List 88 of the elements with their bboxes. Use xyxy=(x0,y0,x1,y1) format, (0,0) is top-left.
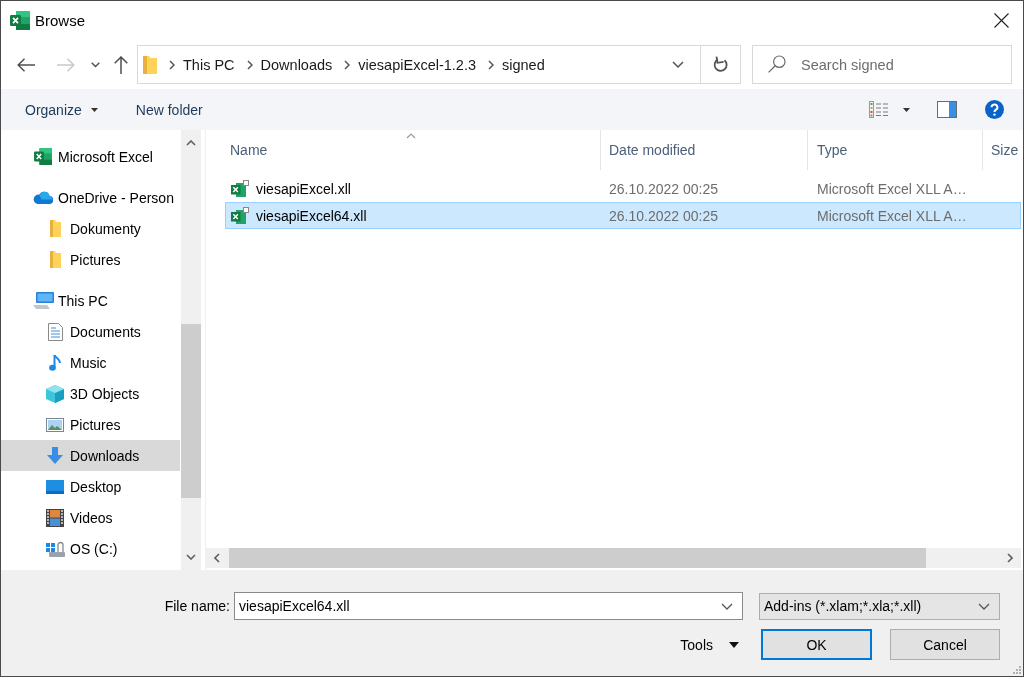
scrollbar[interactable] xyxy=(181,130,201,570)
nav-item[interactable]: Pictures xyxy=(1,409,180,440)
tools-button[interactable]: Tools xyxy=(680,636,739,653)
nav-item[interactable]: OneDrive - Person xyxy=(1,182,180,213)
chevron-down-icon[interactable] xyxy=(186,554,196,560)
chevron-down-icon xyxy=(91,61,100,68)
file-name-field[interactable]: viesapiExcel64.xll xyxy=(234,592,743,620)
dialog-button[interactable]: Cancel xyxy=(890,629,1000,660)
window-title: Browse xyxy=(35,12,86,29)
up-button[interactable] xyxy=(114,55,128,74)
computer-icon xyxy=(32,292,54,309)
file-name: viesapiExcel.xll xyxy=(256,180,351,197)
resize-grip-icon[interactable] xyxy=(1013,666,1021,674)
music-note-icon xyxy=(49,354,61,371)
chevron-right-icon[interactable] xyxy=(1007,553,1013,563)
close-icon xyxy=(994,13,1009,28)
left-arrow-icon xyxy=(17,57,35,72)
nav-item[interactable]: Downloads xyxy=(1,440,180,471)
right-arrow-icon xyxy=(57,57,75,72)
nav-item[interactable]: Videos xyxy=(1,502,180,533)
breadcrumb-item[interactable]: Downloads xyxy=(260,56,333,73)
file-type-cell: Microsoft Excel XLL A… xyxy=(817,180,967,197)
chevron-down-icon[interactable] xyxy=(672,61,684,68)
nav-item[interactable]: Dokumenty xyxy=(1,213,180,244)
file-name-label: File name: xyxy=(164,598,230,614)
search-field[interactable]: Search signed xyxy=(752,45,1012,84)
file-type-cell: Microsoft Excel XLL A… xyxy=(817,207,967,224)
search-icon xyxy=(768,55,786,73)
drive-icon xyxy=(45,540,65,557)
nav-item[interactable]: 3D Objects xyxy=(1,378,180,409)
chevron-right-icon[interactable] xyxy=(169,59,175,70)
back-button[interactable] xyxy=(17,57,35,72)
toolbar-button[interactable]: New folder xyxy=(135,101,203,118)
nav-item[interactable]: Microsoft Excel xyxy=(1,141,180,172)
column-header[interactable]: Name xyxy=(206,130,601,170)
spreadsheet-icon xyxy=(34,148,52,165)
nav-item[interactable]: Documents xyxy=(1,316,180,347)
desktop-icon xyxy=(46,479,64,494)
nav-item[interactable]: Pictures xyxy=(1,244,180,275)
chevron-down-icon xyxy=(978,602,990,610)
spreadsheet-file-icon xyxy=(231,180,249,197)
date-modified-cell: 26.10.2022 00:25 xyxy=(609,180,718,197)
preview-pane-icon[interactable] xyxy=(937,101,957,118)
folder-icon xyxy=(49,220,61,237)
date-modified-cell: 26.10.2022 00:25 xyxy=(609,207,718,224)
picture-icon xyxy=(46,417,64,432)
film-icon xyxy=(46,508,64,527)
document-icon xyxy=(47,322,63,341)
close-button[interactable] xyxy=(994,13,1009,28)
file-type-dropdown[interactable]: Add-ins (*.xlam;*.xla;*.xll) xyxy=(759,592,1000,620)
nav-item[interactable]: Desktop xyxy=(1,471,180,502)
chevron-right-icon[interactable] xyxy=(344,59,351,70)
cloud-icon xyxy=(33,191,53,204)
chevron-left-icon[interactable] xyxy=(214,553,220,563)
spreadsheet-file-icon xyxy=(231,207,249,224)
help-icon[interactable] xyxy=(985,100,1004,119)
caret-down-icon xyxy=(729,641,739,648)
breadcrumb-item[interactable]: viesapiExcel-1.2.3 xyxy=(358,56,476,73)
cube-icon xyxy=(46,384,64,403)
toolbar-button[interactable]: Organize xyxy=(25,101,98,118)
nav-item[interactable]: OS (C:) xyxy=(1,533,180,564)
caret-down-icon[interactable] xyxy=(903,107,910,112)
breadcrumb-item[interactable]: This PC xyxy=(183,56,235,73)
dialog-button[interactable]: OK xyxy=(761,629,872,660)
column-header[interactable]: Date modified xyxy=(601,130,808,170)
chevron-right-icon[interactable] xyxy=(488,59,494,70)
file-name: viesapiExcel64.xll xyxy=(256,207,367,224)
nav-item[interactable]: This PC xyxy=(1,285,180,316)
up-arrow-icon xyxy=(114,55,128,74)
caret-down-icon xyxy=(90,107,98,112)
scrollbar-thumb[interactable] xyxy=(181,324,201,498)
folder-icon xyxy=(49,251,61,268)
file-row[interactable]: viesapiExcel64.xll 26.10.2022 00:25 Microsoft Excel XLL A… xyxy=(225,202,1021,229)
breadcrumb-item[interactable]: signed xyxy=(502,56,545,73)
chevron-up-icon[interactable] xyxy=(186,140,196,146)
column-header[interactable]: Type xyxy=(808,130,983,170)
address-bar[interactable]: This PC Downloads viesapiExcel-1.2.3 signed xyxy=(137,45,741,84)
nav-item[interactable]: Music xyxy=(1,347,180,378)
chevron-down-icon[interactable] xyxy=(721,603,733,610)
file-row[interactable]: viesapiExcel.xll 26.10.2022 00:25 Microsoft Excel XLL A… xyxy=(225,175,1021,202)
down-arrow-icon xyxy=(47,447,63,464)
chevron-right-icon[interactable] xyxy=(246,59,253,70)
refresh-icon xyxy=(712,56,729,73)
spreadsheet-icon xyxy=(10,11,30,30)
recent-locations-button[interactable] xyxy=(91,61,100,68)
column-header[interactable]: Size xyxy=(983,130,1021,170)
folder-icon xyxy=(143,55,157,74)
list-view-icon[interactable] xyxy=(869,101,888,118)
